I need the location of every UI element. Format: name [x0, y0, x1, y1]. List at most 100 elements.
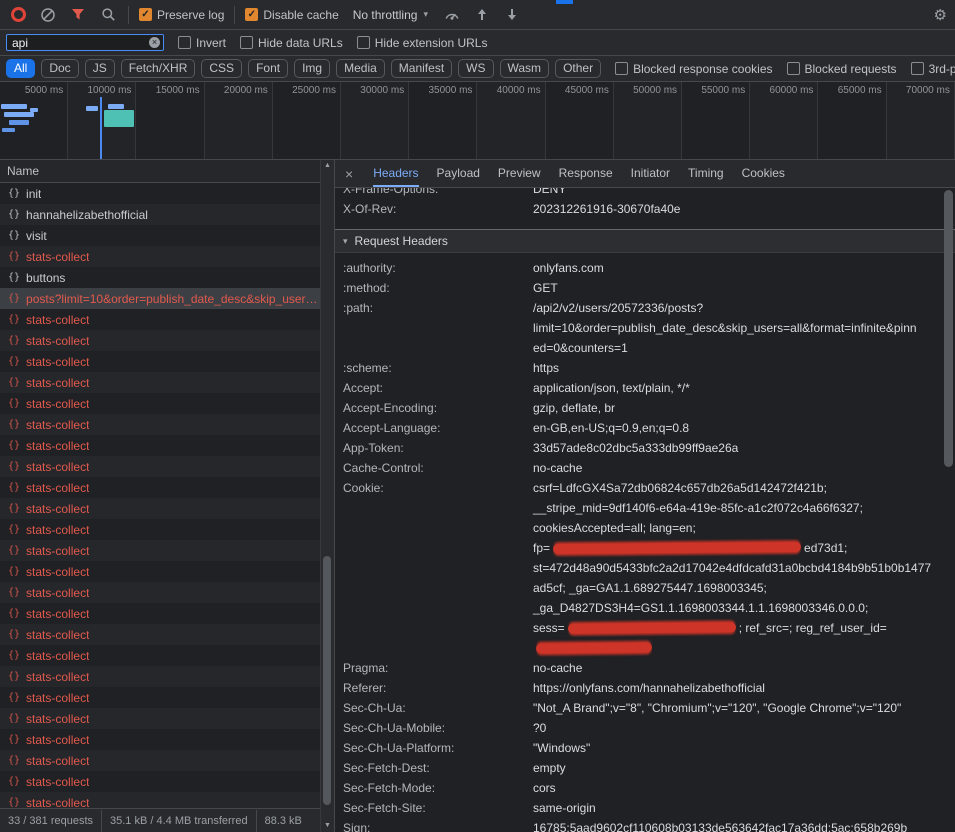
request-row[interactable]: {}hannahelizabethofficial: [0, 204, 334, 225]
request-row[interactable]: {}stats-collect: [0, 708, 334, 729]
search-button[interactable]: [98, 5, 118, 25]
request-row[interactable]: {}stats-collect: [0, 624, 334, 645]
type-filter-ws[interactable]: WS: [458, 59, 493, 78]
clear-button[interactable]: [38, 5, 58, 25]
status-bar: 33 / 381 requests 35.1 kB / 4.4 MB trans…: [0, 808, 334, 832]
timeline-overview[interactable]: 5000 ms10000 ms15000 ms20000 ms25000 ms3…: [0, 82, 955, 160]
request-row[interactable]: {}stats-collect: [0, 645, 334, 666]
request-row[interactable]: {}buttons: [0, 267, 334, 288]
type-filter-media[interactable]: Media: [336, 59, 385, 78]
clear-filter-icon[interactable]: ×: [149, 37, 160, 48]
header-row: Accept-Encoding:gzip, deflate, br: [335, 398, 955, 418]
scrollbar-thumb[interactable]: [944, 190, 953, 467]
request-row[interactable]: {}stats-collect: [0, 603, 334, 624]
request-row[interactable]: {}stats-collect: [0, 393, 334, 414]
type-filter-fetch-xhr[interactable]: Fetch/XHR: [121, 59, 196, 78]
request-row[interactable]: {}stats-collect: [0, 309, 334, 330]
settings-gear-icon[interactable]: ⚙: [934, 6, 947, 24]
import-har-button[interactable]: [472, 5, 492, 25]
request-row[interactable]: {}stats-collect: [0, 729, 334, 750]
export-har-button[interactable]: [502, 5, 522, 25]
request-row[interactable]: {}stats-collect: [0, 456, 334, 477]
script-braces-icon: {}: [8, 734, 20, 745]
scroll-up-icon[interactable]: ▲: [321, 160, 334, 172]
request-row[interactable]: {}stats-collect: [0, 771, 334, 792]
record-button[interactable]: [8, 5, 28, 25]
request-row[interactable]: {}stats-collect: [0, 540, 334, 561]
type-filter-css[interactable]: CSS: [201, 59, 242, 78]
request-row[interactable]: {}stats-collect: [0, 330, 334, 351]
header-name: :method:: [343, 278, 533, 298]
request-row[interactable]: {}stats-collect: [0, 414, 334, 435]
timeline-label: 60000 ms: [770, 82, 818, 96]
invert-checkbox[interactable]: Invert: [178, 36, 226, 50]
type-filter-img[interactable]: Img: [294, 59, 330, 78]
request-row[interactable]: {}stats-collect: [0, 561, 334, 582]
tab-response[interactable]: Response: [559, 160, 613, 187]
request-row[interactable]: {}stats-collect: [0, 582, 334, 603]
type-filter-wasm[interactable]: Wasm: [500, 59, 550, 78]
network-conditions-button[interactable]: [442, 5, 462, 25]
type-filter-other[interactable]: Other: [555, 59, 601, 78]
third-party-requests-label: 3rd-party requests: [929, 62, 955, 76]
scrollbar-thumb[interactable]: [323, 556, 331, 805]
type-filter-js[interactable]: JS: [85, 59, 115, 78]
tab-cookies[interactable]: Cookies: [742, 160, 785, 187]
script-braces-icon: {}: [8, 398, 20, 409]
request-name: stats-collect: [26, 334, 89, 348]
preserve-log-checkbox[interactable]: Preserve log: [139, 8, 224, 22]
timeline-label: 45000 ms: [565, 82, 613, 96]
header-value: no-cache: [533, 458, 955, 478]
request-headers-section-toggle[interactable]: ▾ Request Headers: [335, 229, 955, 253]
request-name: buttons: [26, 271, 65, 285]
request-row[interactable]: {}stats-collect: [0, 351, 334, 372]
header-name: :authority:: [343, 258, 533, 278]
detail-scrollbar[interactable]: [943, 188, 954, 832]
type-filter-doc[interactable]: Doc: [41, 59, 78, 78]
request-row[interactable]: {}stats-collect: [0, 666, 334, 687]
close-icon[interactable]: ×: [345, 166, 353, 182]
request-row[interactable]: {}init: [0, 183, 334, 204]
hide-data-urls-checkbox[interactable]: Hide data URLs: [240, 36, 343, 50]
timeline-column: 20000 ms: [205, 82, 273, 159]
transferred-size: 35.1 kB / 4.4 MB transferred: [102, 810, 257, 832]
request-row[interactable]: {}stats-collect: [0, 372, 334, 393]
tab-headers[interactable]: Headers: [373, 160, 418, 187]
filter-button[interactable]: [68, 5, 88, 25]
detail-tabbar: × Headers Payload Preview Response Initiator…: [335, 160, 955, 188]
filter-input[interactable]: [6, 34, 164, 51]
script-braces-icon: {}: [8, 692, 20, 703]
request-row[interactable]: {}stats-collect: [0, 792, 334, 808]
throttling-select[interactable]: No throttling ▾: [349, 8, 432, 22]
checkbox-icon: [615, 62, 628, 75]
disable-cache-checkbox[interactable]: Disable cache: [245, 8, 338, 22]
request-row[interactable]: {}stats-collect: [0, 435, 334, 456]
request-row[interactable]: {}posts?limit=10&order=publish_date_desc…: [0, 288, 334, 309]
type-filter-font[interactable]: Font: [248, 59, 288, 78]
header-name: App-Token:: [343, 438, 533, 458]
request-row[interactable]: {}stats-collect: [0, 750, 334, 771]
timeline-column: 55000 ms: [682, 82, 750, 159]
blocked-requests-checkbox[interactable]: Blocked requests: [787, 62, 897, 76]
type-filter-all[interactable]: All: [6, 59, 35, 78]
script-braces-icon: {}: [8, 608, 20, 619]
type-filter-manifest[interactable]: Manifest: [391, 59, 452, 78]
name-column-header[interactable]: Name: [0, 160, 334, 183]
request-row[interactable]: {}stats-collect: [0, 498, 334, 519]
tab-payload[interactable]: Payload: [437, 160, 480, 187]
tab-preview[interactable]: Preview: [498, 160, 541, 187]
scroll-down-icon[interactable]: ▼: [321, 820, 334, 832]
request-row[interactable]: {}stats-collect: [0, 519, 334, 540]
request-list-scrollbar[interactable]: ▲ ▼: [320, 160, 334, 832]
request-row[interactable]: {}stats-collect: [0, 687, 334, 708]
request-row[interactable]: {}stats-collect: [0, 246, 334, 267]
hide-extension-urls-checkbox[interactable]: Hide extension URLs: [357, 36, 488, 50]
third-party-requests-checkbox[interactable]: 3rd-party requests: [911, 62, 955, 76]
header-name: Sec-Fetch-Site:: [343, 798, 533, 818]
request-row[interactable]: {}visit: [0, 225, 334, 246]
request-row[interactable]: {}stats-collect: [0, 477, 334, 498]
tab-initiator[interactable]: Initiator: [631, 160, 670, 187]
blocked-response-cookies-checkbox[interactable]: Blocked response cookies: [615, 62, 772, 76]
tab-timing[interactable]: Timing: [688, 160, 724, 187]
script-braces-icon: {}: [8, 188, 20, 199]
